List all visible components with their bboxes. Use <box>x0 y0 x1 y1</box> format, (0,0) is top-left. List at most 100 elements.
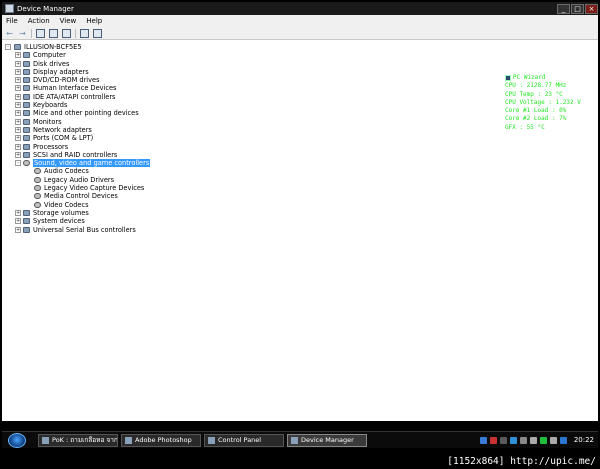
expand-icon[interactable]: + <box>15 60 21 67</box>
image-caption: [1152x864] http://upic.me/ <box>447 456 596 467</box>
expand-icon[interactable]: + <box>15 226 21 233</box>
tree-item-label: Mice and other pointing devices <box>33 109 139 118</box>
tree-item-label: Display adapters <box>33 67 89 76</box>
tree-item-label: Keyboards <box>33 101 68 110</box>
sound-device-icon <box>34 168 41 175</box>
monitor-icon <box>23 118 30 125</box>
screenshot-frame: Device Manager _ □ × File Action View He… <box>0 0 600 469</box>
tree-item-label: IDE ATA/ATAPI controllers <box>33 92 116 101</box>
menu-view[interactable]: View <box>60 17 77 25</box>
ide-icon <box>23 93 30 100</box>
expand-icon[interactable]: + <box>15 218 21 225</box>
expand-icon[interactable]: + <box>15 118 21 125</box>
taskbar-item-device-manager[interactable]: Device Manager <box>287 433 367 447</box>
dvd-icon <box>23 77 30 84</box>
tree-item-label: DVD/CD-ROM drives <box>33 76 100 85</box>
pc-wizard-overlay: PC Wizard CPU : 2128.77 MHz CPU Temp : 2… <box>505 74 581 132</box>
expand-icon[interactable]: + <box>15 77 21 84</box>
tree-item-label: Computer <box>33 51 66 60</box>
pc-wizard-icon <box>505 75 511 82</box>
print-icon[interactable] <box>49 28 58 38</box>
network-icon[interactable] <box>499 436 507 444</box>
collapse-icon[interactable]: - <box>15 160 21 167</box>
display-icon <box>23 68 30 75</box>
tree-item-label: Network adapters <box>33 125 92 134</box>
computer-icon <box>23 52 30 59</box>
messenger-icon[interactable] <box>519 436 527 444</box>
expand-icon[interactable]: + <box>15 110 21 117</box>
volume-icon[interactable] <box>549 436 557 444</box>
expand-icon[interactable]: + <box>15 85 21 92</box>
collapse-icon[interactable]: - <box>5 44 11 50</box>
skype-icon[interactable] <box>559 436 567 444</box>
processor-icon <box>23 143 30 150</box>
tree-item-label: Sound, video and game controllers <box>33 159 151 168</box>
mouse-icon <box>23 110 30 117</box>
device-tree-pane[interactable]: - ILLUSION-BCF5E5 + Computer + Disk drives + Di… <box>2 40 598 421</box>
maximize-button[interactable]: □ <box>571 3 584 14</box>
expand-icon[interactable]: + <box>15 52 21 59</box>
tree-item-label: Legacy Video Capture Devices <box>44 184 145 193</box>
help-icon[interactable] <box>62 28 71 38</box>
tree-item-label: ILLUSION-BCF5E5 <box>24 43 82 51</box>
window-titlebar[interactable]: Device Manager _ □ × <box>2 2 598 15</box>
taskbar-item-label: Control Panel <box>218 435 262 444</box>
clock[interactable]: 20:22 <box>574 436 594 444</box>
expand-icon[interactable]: + <box>15 93 21 100</box>
sound-device-icon <box>34 201 41 208</box>
tree-item-label: Audio Codecs <box>44 167 89 176</box>
overlay-line: GFX : 55 °C <box>505 123 545 131</box>
system-tray: 20:22 <box>477 434 594 446</box>
taskbar-item-photoshop[interactable]: Adobe Photoshop <box>121 433 201 447</box>
menu-action[interactable]: Action <box>28 17 50 25</box>
tree-item-label: Video Codecs <box>44 200 89 209</box>
toolbar-separator <box>75 28 76 38</box>
language-icon[interactable] <box>479 436 487 444</box>
taskbar-item-label: PoK : ถามเกลือหอ จาก... <box>52 435 118 444</box>
minimize-button[interactable]: _ <box>557 3 570 14</box>
tree-item-label: Processors <box>33 142 69 151</box>
hid-icon <box>23 85 30 92</box>
overlay-title: PC Wizard <box>513 74 546 81</box>
taskbar-item-control-panel[interactable]: Control Panel <box>204 433 284 447</box>
start-button[interactable] <box>8 432 26 448</box>
taskbar-item-label: Device Manager <box>301 435 354 444</box>
expand-icon[interactable]: + <box>15 126 21 133</box>
bluetooth-icon[interactable] <box>509 436 517 444</box>
port-icon <box>23 135 30 142</box>
expand-icon[interactable]: + <box>15 143 21 150</box>
close-button[interactable]: × <box>585 3 598 14</box>
expand-icon[interactable]: + <box>15 68 21 75</box>
properties-icon[interactable] <box>36 28 45 38</box>
overlay-line: CPU Temp : 23 °C <box>505 90 563 98</box>
device-manager-icon <box>291 436 298 444</box>
keyboard-icon <box>23 102 30 109</box>
scan-icon[interactable] <box>80 28 89 38</box>
antivirus-icon[interactable] <box>489 436 497 444</box>
usb-icon <box>23 226 30 233</box>
photoshop-icon <box>125 436 132 444</box>
tree-item-label: Human Interface Devices <box>33 84 117 93</box>
expand-icon[interactable]: + <box>15 135 21 142</box>
keyboard-icon[interactable] <box>529 436 537 444</box>
menu-help[interactable]: Help <box>86 17 102 25</box>
scsi-icon <box>23 151 30 158</box>
sound-device-icon <box>34 193 41 200</box>
menu-file[interactable]: File <box>6 17 18 25</box>
monitor-icon[interactable] <box>93 28 102 38</box>
expand-icon[interactable]: + <box>15 209 21 216</box>
overlay-line: CPU Voltage : 1.232 V <box>505 98 581 106</box>
media-play-icon[interactable] <box>539 436 547 444</box>
overlay-line: Core #1 Load : 0% <box>505 107 567 115</box>
device-manager-icon <box>5 4 14 13</box>
taskbar-item-label: Adobe Photoshop <box>135 435 192 444</box>
expand-icon[interactable]: + <box>15 102 21 109</box>
window-title: Device Manager <box>17 4 74 13</box>
back-icon[interactable]: ← <box>5 29 14 38</box>
taskbar: PoK : ถามเกลือหอ จาก... Adobe Photoshop … <box>2 431 598 448</box>
expand-icon[interactable]: + <box>15 151 21 158</box>
forward-icon[interactable]: → <box>18 29 27 38</box>
tree-item-label: System devices <box>33 217 85 226</box>
taskbar-item-pok[interactable]: PoK : ถามเกลือหอ จาก... <box>38 433 118 447</box>
overlay-line: Core #2 Load : 7% <box>505 115 567 123</box>
